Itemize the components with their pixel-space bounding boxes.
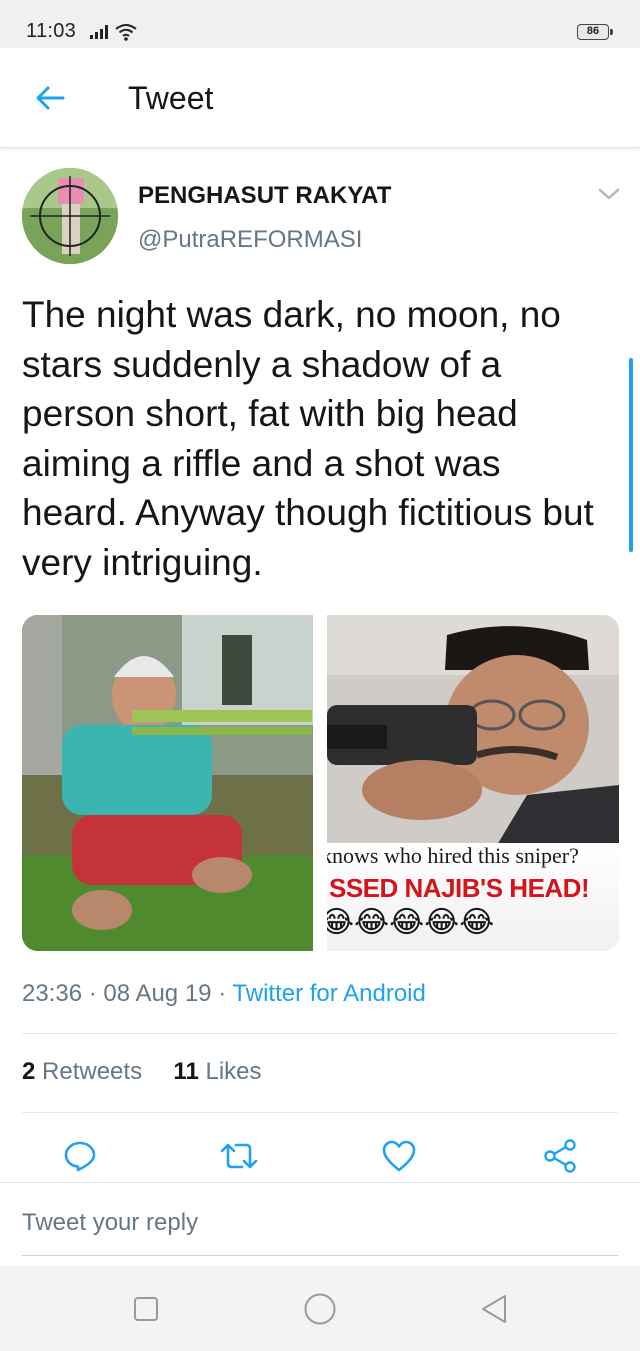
media-image-right[interactable]: knows who hired this sniper? SSED NAJIB'…: [327, 615, 619, 951]
triangle-back-icon: [482, 1295, 506, 1323]
app-bar: Tweet: [0, 48, 640, 148]
likes-stat[interactable]: 11 Likes: [173, 1058, 261, 1085]
circle-icon: [304, 1293, 336, 1325]
divider: [22, 1112, 618, 1113]
battery-tip: [610, 29, 613, 35]
meta-separator: ·: [218, 980, 233, 1007]
likes-count: 11: [173, 1058, 199, 1085]
reply-bar: Tweet your reply: [0, 1182, 640, 1266]
tweet-date: 08 Aug 19: [103, 980, 212, 1007]
retweets-count: 2: [22, 1058, 36, 1085]
media-image-left[interactable]: [22, 615, 313, 951]
retweet-icon: [220, 1143, 258, 1169]
status-bar: 11:03 86: [0, 0, 640, 48]
heart-icon: [382, 1140, 416, 1172]
retweet-button[interactable]: [219, 1136, 259, 1176]
tweet-text: The night was dark, no moon, no stars su…: [22, 294, 594, 583]
divider: [22, 1033, 618, 1034]
media-caption-question: knows who hired this sniper?: [327, 843, 579, 868]
tweet-time: 23:36: [22, 980, 83, 1007]
meta-separator: ·: [88, 980, 104, 1007]
tweet-stats: 2 Retweets 11 Likes: [22, 1058, 262, 1086]
home-button[interactable]: [303, 1292, 337, 1326]
wifi-icon: [115, 24, 137, 41]
like-button[interactable]: [379, 1136, 419, 1176]
photo-man-aiming-stick: [22, 615, 313, 951]
author-display-name[interactable]: PENGHASUT RAKYAT: [138, 182, 391, 210]
comment-icon: [64, 1141, 96, 1172]
back-nav-button[interactable]: [477, 1292, 511, 1326]
recents-button[interactable]: [129, 1292, 163, 1326]
reply-button[interactable]: [60, 1136, 100, 1176]
square-icon: [134, 1297, 158, 1321]
avatar-image: [22, 168, 118, 264]
chevron-down-icon[interactable]: [596, 184, 622, 204]
signal-icon: [90, 25, 110, 39]
media-caption-headline: SSED NAJIB'S HEAD!: [329, 873, 590, 903]
photo-man-with-gun: [327, 615, 619, 845]
page-title: Tweet: [128, 80, 214, 116]
tweet-meta: 23:36 · 08 Aug 19 · Twitter for Android: [22, 980, 426, 1008]
share-button[interactable]: [540, 1136, 580, 1176]
reply-input-underline: [22, 1255, 618, 1256]
status-time: 11:03: [26, 20, 77, 42]
media-caption-emojis: 😂😂😂😂😂: [327, 906, 495, 939]
system-nav-bar: [0, 1266, 640, 1351]
retweets-label: Retweets: [42, 1058, 143, 1085]
battery-icon: 86: [577, 24, 609, 40]
reply-input[interactable]: Tweet your reply: [22, 1209, 198, 1237]
tweet-source-link[interactable]: Twitter for Android: [232, 980, 425, 1007]
arrow-left-icon: [36, 86, 65, 110]
author-handle[interactable]: @PutraREFORMASI: [138, 226, 362, 254]
scroll-indicator: [629, 358, 633, 552]
back-button[interactable]: [30, 78, 70, 118]
likes-label: Likes: [205, 1058, 262, 1085]
share-icon: [544, 1139, 576, 1173]
retweets-stat[interactable]: 2 Retweets: [22, 1058, 142, 1085]
avatar[interactable]: [22, 168, 118, 264]
